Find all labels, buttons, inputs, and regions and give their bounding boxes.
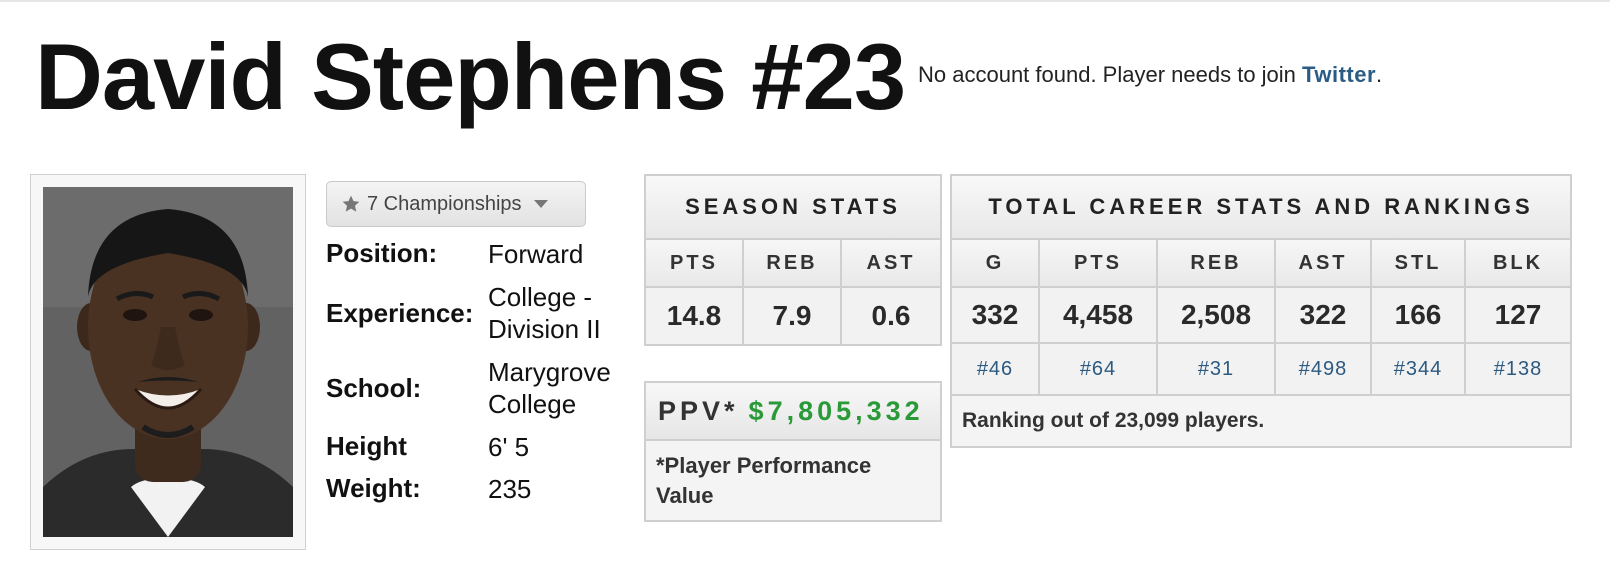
player-photo-frame (30, 174, 306, 550)
position-label: Position: (326, 238, 438, 268)
bio-row-position: Position: Forward (326, 238, 626, 271)
player-photo (43, 187, 293, 537)
height-label: Height (326, 430, 407, 461)
experience-label: Experience: (326, 297, 474, 328)
player-portrait-image (43, 187, 293, 537)
career-stats-title: TOTAL CAREER STATS AND RANKINGS (952, 176, 1570, 240)
career-stats-value-row: 332 4,458 2,508 322 166 127 (952, 288, 1570, 344)
career-value-blk: 127 (1466, 288, 1570, 344)
player-bio: Position: Forward Experience: College - … (326, 238, 626, 516)
weight-value: 235 (488, 474, 532, 504)
career-rank-pts: #64 (1040, 344, 1158, 396)
season-value-reb: 7.9 (744, 288, 842, 344)
career-stats-header-row: G PTS REB AST STL BLK (952, 240, 1570, 288)
ppv-label: PPV* (658, 395, 739, 426)
career-value-reb: 2,508 (1158, 288, 1276, 344)
chevron-down-icon (533, 200, 548, 208)
career-rank-ast: #498 (1276, 344, 1372, 396)
season-header-ast: AST (842, 240, 940, 288)
season-stats-header-row: PTS REB AST (646, 240, 940, 288)
twitter-period: . (1376, 62, 1383, 87)
twitter-status: No account found. Player needs to join T… (918, 62, 1382, 88)
career-header-stl: STL (1372, 240, 1466, 288)
experience-value: College - Division II (488, 281, 601, 345)
career-header-g: G (952, 240, 1040, 288)
ppv-footnote: *Player Performance Value (656, 453, 872, 508)
career-stats-table: TOTAL CAREER STATS AND RANKINGS G PTS RE… (950, 174, 1572, 448)
championships-dropdown[interactable]: 7 Championships (326, 181, 586, 227)
career-value-g: 332 (952, 288, 1040, 344)
career-rank-stl: #344 (1372, 344, 1466, 396)
career-value-stl: 166 (1372, 288, 1466, 344)
height-value: 6' 5 (488, 431, 530, 462)
bio-row-weight: Weight: 235 (326, 473, 626, 506)
season-stats-table: SEASON STATS PTS REB AST 14.8 7.9 0.6 (644, 174, 942, 346)
season-stats-value-row: 14.8 7.9 0.6 (646, 288, 940, 344)
season-header-pts: PTS (646, 240, 744, 288)
career-rank-g: #46 (952, 344, 1040, 396)
season-header-reb: REB (744, 240, 842, 288)
career-stats-rank-row: #46 #64 #31 #498 #344 #138 (952, 344, 1570, 396)
ppv-header: PPV* $7,805,332 (646, 383, 940, 441)
career-header-pts: PTS (1040, 240, 1158, 288)
bio-row-school: School: Marygrove College (326, 356, 626, 421)
career-rank-reb: #31 (1158, 344, 1276, 396)
career-rank-blk: #138 (1466, 344, 1570, 396)
weight-label: Weight: (326, 473, 421, 503)
star-icon (342, 195, 360, 212)
ppv-panel: PPV* $7,805,332 *Player Performance Valu… (644, 381, 942, 523)
twitter-status-text: No account found. Player needs to join (918, 62, 1296, 87)
position-value: Forward (488, 239, 584, 269)
school-label: School: (326, 372, 422, 403)
championships-label: 7 Championships (367, 192, 522, 215)
ranking-footnote: Ranking out of 23,099 players. (952, 396, 1570, 446)
career-header-blk: BLK (1466, 240, 1570, 288)
bio-row-experience: Experience: College - Division II (326, 281, 626, 346)
career-header-ast: AST (1276, 240, 1372, 288)
school-value: Marygrove College (488, 356, 611, 420)
top-divider (0, 0, 1610, 2)
bio-row-height: Height 6' 5 (326, 431, 626, 464)
season-value-ast: 0.6 (842, 288, 940, 344)
career-header-reb: REB (1158, 240, 1276, 288)
career-value-pts: 4,458 (1040, 288, 1158, 344)
player-name-heading: David Stephens #23 (35, 24, 906, 129)
season-value-pts: 14.8 (646, 288, 744, 344)
twitter-link[interactable]: Twitter (1302, 62, 1376, 87)
ppv-amount: $7,805,332 (748, 395, 924, 426)
season-stats-title: SEASON STATS (646, 176, 940, 240)
career-value-ast: 322 (1276, 288, 1372, 344)
